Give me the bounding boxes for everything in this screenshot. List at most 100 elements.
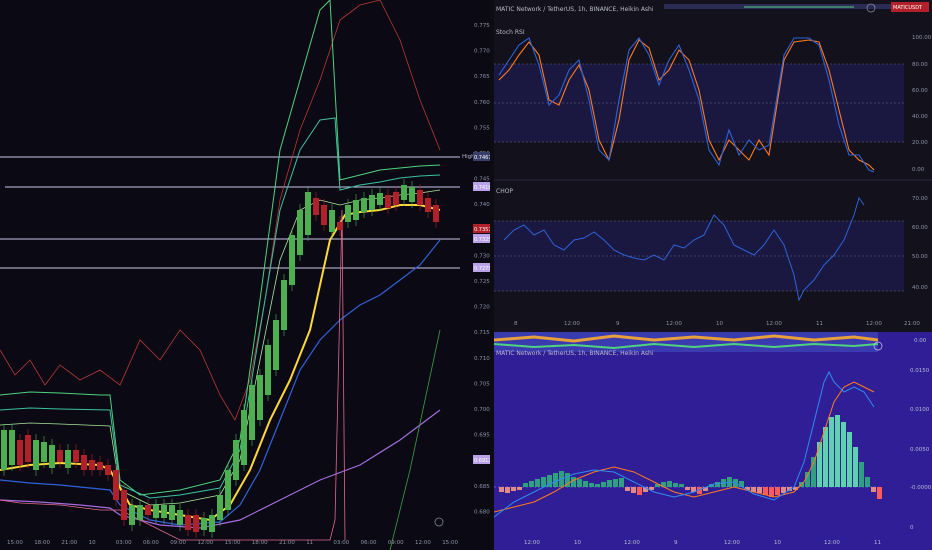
macd-hist-bar bbox=[631, 487, 636, 493]
candle-body bbox=[257, 375, 263, 420]
candle-body bbox=[9, 430, 15, 465]
candle-body bbox=[81, 455, 87, 470]
macd-hist-bar bbox=[601, 482, 606, 487]
price-chart-pane[interactable]: 0.77500.77000.76500.76000.75500.75000.74… bbox=[0, 0, 490, 550]
macd-hist-bar bbox=[577, 479, 582, 487]
time-axis-label: 03:00 bbox=[333, 540, 349, 546]
candle-body bbox=[433, 205, 439, 222]
stoch-axis-label: 40.00 bbox=[912, 114, 928, 120]
candle-body bbox=[153, 505, 159, 518]
macd-hist-bar bbox=[595, 484, 600, 487]
price-axis-label: 0.7600 bbox=[474, 100, 490, 106]
price-axis-label: 0.6950 bbox=[474, 433, 490, 439]
price-tag-text: 0.7357 bbox=[474, 227, 490, 233]
stoch-axis-label: 0.00 bbox=[912, 167, 925, 173]
macd-hist-bar bbox=[535, 479, 540, 487]
stoch-axis-label: 20.00 bbox=[912, 140, 928, 146]
time-axis[interactable]: 15:00 18:00 21:00 10 03:00 06:00 09:00 12:00 15:… bbox=[7, 540, 459, 546]
candle-body bbox=[1, 430, 7, 470]
time-axis-label: 15:00 bbox=[442, 540, 458, 546]
candle-body bbox=[313, 198, 319, 215]
time-axis-label: 06:00 bbox=[361, 540, 377, 546]
macd-hist-bar bbox=[607, 480, 612, 487]
candle-body bbox=[305, 192, 311, 235]
chop-time-label: 12:00 bbox=[666, 321, 682, 327]
candle-body bbox=[25, 435, 31, 462]
price-tag-text: 0.7325 bbox=[474, 237, 490, 243]
macd-hist-bar bbox=[829, 417, 834, 487]
price-axis-label: 0.7400 bbox=[474, 202, 490, 208]
chop-time-label: 9 bbox=[616, 321, 620, 327]
macd-pane[interactable]: MATIC Network / TetherUS, 1h, BINANCE, H… bbox=[494, 332, 932, 550]
macd-overlay-strip bbox=[494, 332, 878, 352]
oscillator-pane[interactable]: MATIC Network / TetherUS, 1h, BINANCE, H… bbox=[494, 0, 932, 332]
chop-time-label: 12:00 bbox=[866, 321, 882, 327]
stoch-axis-label: 60.00 bbox=[912, 88, 928, 94]
symbol-badge-text: MATICUSDT bbox=[893, 5, 923, 11]
stoch-title: Stoch RSI bbox=[496, 29, 525, 36]
candle-body bbox=[417, 190, 423, 205]
candle-body bbox=[177, 510, 183, 525]
macd-hist-bar bbox=[523, 483, 528, 487]
candle-body bbox=[353, 200, 359, 220]
time-axis-label: 10 bbox=[89, 540, 96, 546]
chop-time-label: 10 bbox=[716, 321, 723, 327]
macd-axis-label: 0 bbox=[910, 525, 914, 531]
macd-top-axis-label: 0.00 bbox=[914, 338, 927, 344]
macd-hist-bar bbox=[679, 484, 684, 487]
candle-body bbox=[361, 198, 367, 212]
macd-hist-bar bbox=[529, 481, 534, 487]
macd-bg bbox=[494, 332, 932, 550]
chop-axis-label: 60.00 bbox=[912, 225, 928, 231]
macd-hist-bar bbox=[811, 457, 816, 487]
macd-hist-bar bbox=[619, 478, 624, 487]
candle-body bbox=[425, 198, 431, 212]
macd-hist-bar bbox=[667, 481, 672, 487]
time-axis-label: 12:00 bbox=[197, 540, 213, 546]
candle-body bbox=[289, 235, 295, 285]
candle-body bbox=[113, 470, 119, 500]
candle-body bbox=[89, 460, 95, 470]
candle-body bbox=[121, 490, 127, 520]
chop-title: CHOP bbox=[496, 188, 513, 195]
price-tag-text: 0.7275 bbox=[474, 266, 490, 272]
macd-time-label: 12:00 bbox=[524, 540, 540, 546]
time-axis-label: 15:00 bbox=[7, 540, 23, 546]
macd-time-label: 11 bbox=[874, 540, 881, 546]
candle-body bbox=[193, 515, 199, 532]
time-axis-label: 06:00 bbox=[143, 540, 159, 546]
chop-axis-label: 50.00 bbox=[912, 254, 928, 260]
symbol-header: MATIC Network / TetherUS, 1h, BINANCE, H… bbox=[496, 6, 654, 13]
price-chart[interactable]: 0.77500.77000.76500.76000.75500.75000.74… bbox=[0, 0, 490, 550]
macd-time-label: 10 bbox=[574, 540, 581, 546]
candle-body bbox=[329, 210, 335, 232]
time-axis-label: 11 bbox=[306, 540, 313, 546]
candle-body bbox=[185, 515, 191, 530]
macd-hist-bar bbox=[685, 487, 690, 490]
time-axis-label: 03:00 bbox=[116, 540, 132, 546]
macd-axis-label: -0.0000 bbox=[910, 485, 932, 491]
candle-body bbox=[241, 410, 247, 465]
macd-hist-bar bbox=[817, 442, 822, 487]
candle-body bbox=[57, 450, 63, 462]
stoch-axis-label: 80.00 bbox=[912, 62, 928, 68]
candle-body bbox=[17, 440, 23, 465]
chop-time-label: 11 bbox=[816, 321, 823, 327]
candle-body bbox=[345, 205, 351, 222]
price-axis-label: 0.7650 bbox=[474, 74, 490, 80]
candle-body bbox=[369, 195, 375, 210]
price-tag-text: 0.7467 bbox=[474, 155, 490, 161]
macd-time-label: 9 bbox=[674, 540, 678, 546]
stoch-axis-label: 100.00 bbox=[912, 35, 932, 41]
macd-hist-bar bbox=[835, 415, 840, 487]
macd-hist-bar bbox=[625, 487, 630, 491]
candle-body bbox=[145, 505, 151, 515]
time-axis-label: 21:00 bbox=[279, 540, 295, 546]
candle-body bbox=[217, 495, 223, 520]
candle-body bbox=[265, 345, 271, 395]
macd-axis-label: 0.0050 bbox=[910, 447, 930, 453]
candle-body bbox=[281, 280, 287, 330]
candle-body bbox=[49, 445, 55, 468]
candle-body bbox=[337, 222, 343, 230]
chop-time-label: 21:00 bbox=[904, 321, 920, 327]
